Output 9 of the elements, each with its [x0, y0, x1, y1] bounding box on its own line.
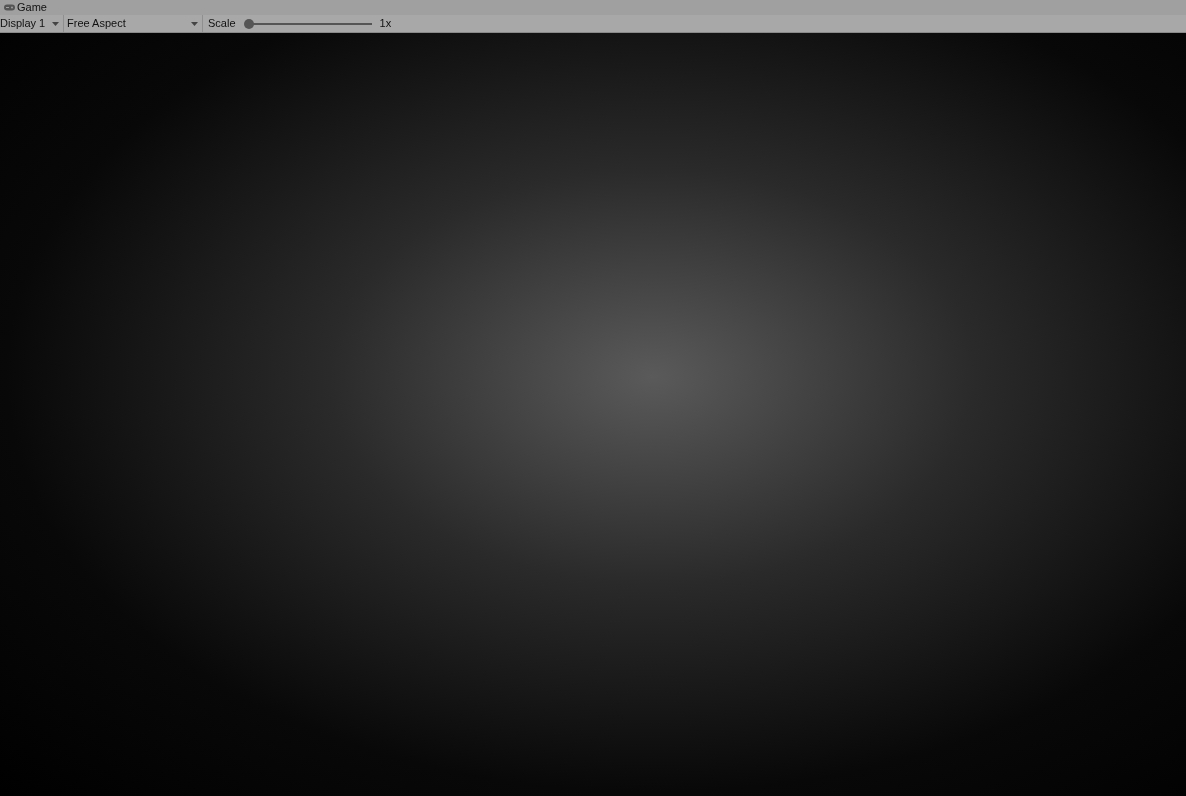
scale-label: Scale [208, 16, 236, 32]
game-tab[interactable]: Game [17, 2, 47, 13]
scale-slider[interactable] [243, 18, 372, 29]
caret-icon [52, 21, 59, 26]
scale-value: 1x [379, 16, 392, 32]
caret-icon [191, 21, 198, 26]
gamepad-icon [4, 4, 15, 11]
display-dropdown[interactable]: Display 1 [0, 15, 64, 32]
aspect-dropdown[interactable]: Free Aspect [64, 15, 203, 32]
